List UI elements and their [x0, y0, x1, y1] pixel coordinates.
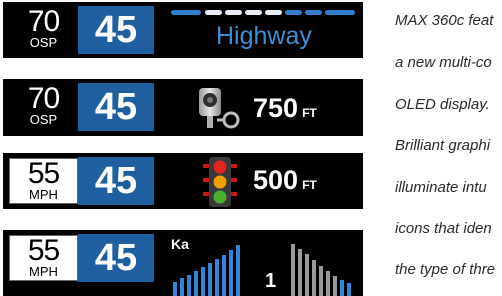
camera-distance: 750 FT: [253, 93, 317, 123]
caption-line-3: OLED display.: [395, 96, 490, 113]
speed-limit-sign: 70 OSP: [9, 84, 78, 130]
speed-limit-value: 55: [27, 234, 60, 267]
caption-line-4: Brilliant graphi: [395, 137, 491, 154]
speed-limit-value: 55: [27, 157, 60, 190]
highway-label: Highway: [216, 22, 312, 50]
speed-limit-unit: OSP: [29, 35, 58, 50]
traffic-light-icon: [203, 157, 237, 207]
caption-line-6: icons that iden: [395, 220, 492, 237]
alert-panel-speed-camera: 70 OSP 45 750 FT: [3, 79, 363, 136]
alert-panel-red-light: 55 MPH 45 500 FT: [3, 153, 363, 209]
speed-limit-sign: 70 OSP: [9, 7, 78, 53]
speed-limit-sign: 55 MPH: [9, 158, 78, 204]
speed-limit-unit: MPH: [29, 264, 58, 279]
speed-limit-value: 70: [27, 5, 60, 38]
alert-panel-radar: 55 MPH 45 Ka 1: [3, 230, 363, 296]
red-light-distance: 500 FT: [253, 165, 317, 195]
current-speed: 45: [78, 157, 154, 205]
speed-limit-unit: OSP: [29, 112, 58, 127]
speed-limit-value: 70: [27, 82, 60, 115]
caption-line-2: a new multi-co: [395, 54, 492, 71]
threat-count: 1: [265, 270, 277, 292]
current-speed: 45: [78, 234, 154, 282]
speed-limit-unit: MPH: [29, 187, 58, 202]
speed-limit-sign: 55 MPH: [9, 235, 78, 281]
caption-line-1: MAX 360c feat: [395, 12, 494, 29]
current-speed: 45: [78, 6, 154, 54]
alert-panel-highway: 70 OSP 45 Highway: [3, 2, 363, 58]
current-speed: 45: [78, 83, 154, 131]
caption-line-7: the type of thre: [395, 261, 496, 278]
caption-line-5: illuminate intu: [395, 179, 487, 196]
speed-camera-icon: [199, 88, 240, 129]
